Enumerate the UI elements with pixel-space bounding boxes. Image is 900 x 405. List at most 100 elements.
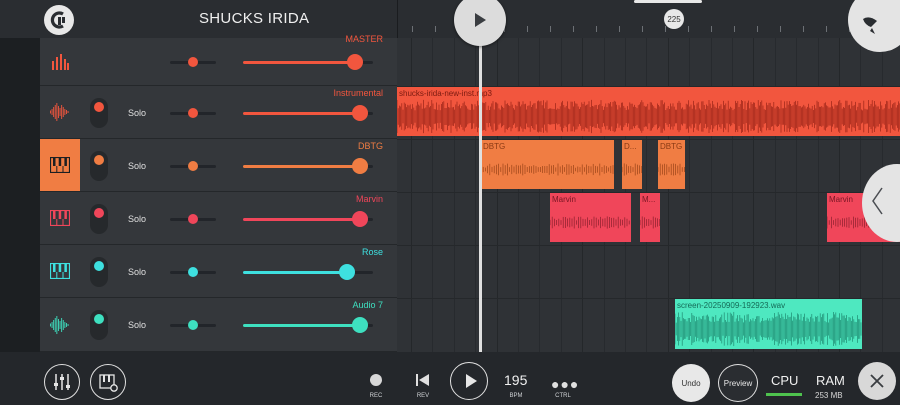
clip-label: screen-20250909-192923.wav <box>677 301 786 310</box>
pan-slider[interactable] <box>170 107 216 118</box>
track-row[interactable]: Instrumental Solo <box>40 86 397 139</box>
volume-knob[interactable] <box>339 263 355 280</box>
pan-slider[interactable] <box>170 266 216 277</box>
transport-play-button[interactable] <box>450 362 488 400</box>
piano-gear-icon <box>99 374 118 392</box>
ruler-tick <box>412 26 413 32</box>
fl-logo-icon <box>50 11 65 29</box>
cpu-label: CPU <box>771 373 799 388</box>
pan-slider[interactable] <box>170 57 216 67</box>
clip-label: D... <box>624 142 637 151</box>
pan-knob[interactable] <box>188 266 198 277</box>
instrument-settings-button[interactable] <box>90 364 126 400</box>
volume-fill <box>243 164 360 168</box>
volume-slider[interactable] <box>243 157 373 174</box>
volume-knob[interactable] <box>352 157 368 174</box>
cpu-meter <box>766 393 802 396</box>
ruler-tick <box>734 26 735 32</box>
app-menu-button[interactable] <box>44 5 74 35</box>
volume-knob[interactable] <box>352 104 368 121</box>
volume-slider[interactable] <box>243 54 373 70</box>
preview-button[interactable]: Preview <box>718 364 758 402</box>
pan-knob[interactable] <box>188 213 198 224</box>
pan-knob[interactable] <box>188 320 198 330</box>
toggle-knob <box>94 314 104 324</box>
pan-knob[interactable] <box>188 107 198 118</box>
audio-clip[interactable]: screen-20250909-192923.wav <box>675 299 862 349</box>
audio-clip[interactable]: Marvin <box>550 193 631 242</box>
piano-icon[interactable] <box>40 245 80 297</box>
track-name: DBTG <box>357 141 383 151</box>
undo-button[interactable]: Undo <box>672 364 710 402</box>
solo-button[interactable]: Solo <box>128 267 146 277</box>
clip-waveform <box>640 205 660 242</box>
clip-waveform <box>622 152 642 189</box>
audio-clip[interactable]: M... <box>640 193 660 242</box>
record-button[interactable] <box>370 374 382 386</box>
ram-value: 253 MB <box>815 391 843 400</box>
close-button[interactable] <box>858 362 896 400</box>
level-bars-icon[interactable] <box>40 38 80 85</box>
clip-label: DBTG <box>483 142 506 151</box>
track-row[interactable]: Rose Solo <box>40 245 397 298</box>
pan-slider[interactable] <box>170 160 216 171</box>
mute-toggle[interactable] <box>90 203 108 234</box>
volume-knob[interactable] <box>352 317 368 333</box>
bpm-label: BPM <box>509 393 523 399</box>
volume-slider[interactable] <box>243 317 373 333</box>
volume-knob[interactable] <box>352 210 368 227</box>
waveform-icon[interactable] <box>40 86 80 138</box>
clip-waveform <box>658 152 685 189</box>
track-row[interactable]: DBTG Solo <box>40 139 397 192</box>
clip-label: Marvin <box>552 195 577 204</box>
piano-icon[interactable] <box>40 192 80 244</box>
audio-clip[interactable]: DBTG <box>658 140 685 189</box>
playhead[interactable] <box>479 38 482 352</box>
bpm-value[interactable]: 195 <box>504 372 527 388</box>
ruler-tick <box>527 26 528 32</box>
volume-slider[interactable] <box>243 263 373 280</box>
track-row[interactable]: Audio 7 Solo <box>40 298 397 352</box>
pan-slider[interactable] <box>170 213 216 224</box>
mute-toggle[interactable] <box>90 310 108 340</box>
tempo-marker[interactable]: 225 <box>664 9 684 29</box>
pan-knob[interactable] <box>188 57 198 67</box>
ruler-tick <box>596 26 597 32</box>
solo-button[interactable]: Solo <box>128 214 146 224</box>
pan-slider[interactable] <box>170 320 216 330</box>
arrangement-area[interactable]: shucks-irida-new-inst.mp3 DBTG D... DBTG Mar… <box>397 38 900 352</box>
track-row[interactable]: Marvin Solo <box>40 192 397 245</box>
lane-divider <box>397 139 900 140</box>
audio-clip[interactable]: DBTG <box>481 140 614 189</box>
clip-waveform <box>550 205 631 242</box>
solo-button[interactable]: Solo <box>128 108 146 118</box>
more-options-icon[interactable]: ●●● <box>551 376 579 392</box>
rewind-button[interactable] <box>412 369 434 391</box>
volume-slider[interactable] <box>243 210 373 227</box>
ruler-tick <box>435 26 436 32</box>
volume-knob[interactable] <box>346 54 363 70</box>
volume-fill <box>243 270 347 274</box>
solo-button[interactable]: Solo <box>128 161 146 171</box>
audio-clip[interactable]: D... <box>622 140 642 189</box>
ruler-tick <box>803 26 804 32</box>
volume-slider[interactable] <box>243 104 373 121</box>
mixer-button[interactable] <box>44 364 80 400</box>
toggle-knob <box>94 207 104 218</box>
track-row[interactable]: MASTER <box>40 34 397 86</box>
solo-button[interactable]: Solo <box>128 320 146 330</box>
piano-icon[interactable] <box>40 139 80 191</box>
pan-knob[interactable] <box>188 160 198 171</box>
rec-label: REC <box>369 393 383 399</box>
audio-clip[interactable]: shucks-irida-new-inst.mp3 <box>397 87 900 136</box>
loop-region-indicator[interactable] <box>634 0 702 3</box>
mute-toggle[interactable] <box>90 150 108 181</box>
mute-toggle[interactable] <box>90 256 108 287</box>
mute-toggle[interactable] <box>90 97 108 128</box>
volume-fill <box>243 324 360 327</box>
brush-icon <box>863 17 877 34</box>
ruler-tick <box>780 26 781 32</box>
rev-label: REV <box>416 393 430 399</box>
waveform-icon[interactable] <box>40 298 80 351</box>
toggle-knob <box>94 260 104 271</box>
